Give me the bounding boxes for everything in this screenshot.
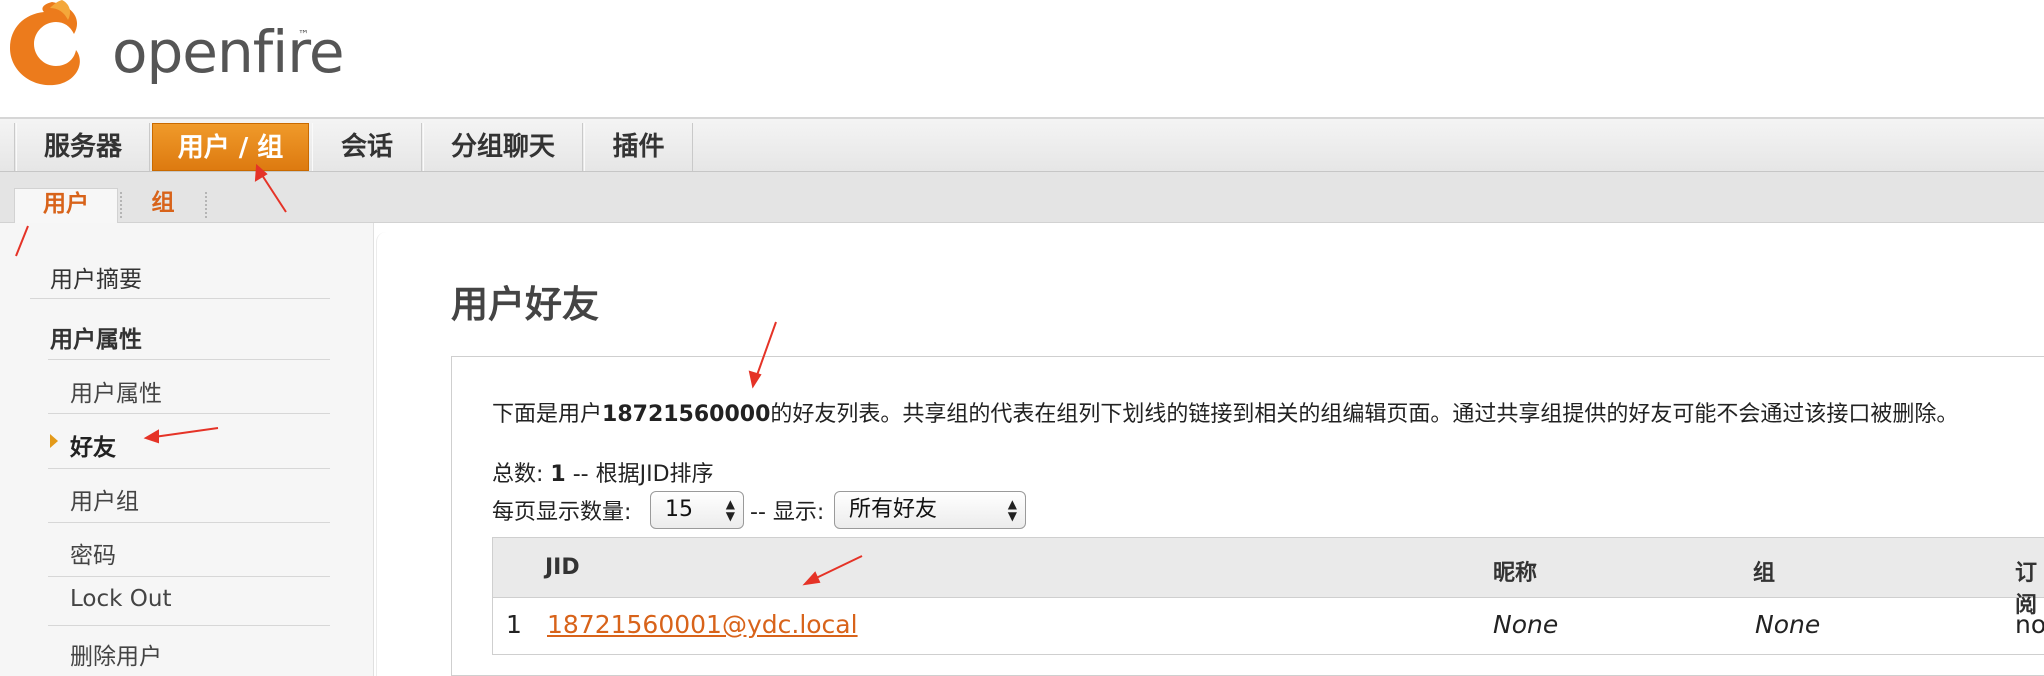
openfire-logo-icon <box>10 0 80 86</box>
tab-users-groups[interactable]: 用户 / 组 <box>152 123 309 171</box>
description-text: 下面是用户18721560000的好友列表。共享组的代表在组列下划线的链接到相关… <box>492 396 1958 428</box>
column-header-group[interactable]: 组 <box>1753 555 1775 587</box>
per-page-value: 15 <box>665 497 693 522</box>
sidebar-divider <box>48 522 330 523</box>
sidebar-divider <box>48 468 330 469</box>
sub-nav: 用户 组 <box>0 172 2044 223</box>
select-arrows-icon: ▲ ▼ <box>725 497 735 523</box>
selected-item-arrow-icon <box>50 434 58 448</box>
subscription-cell: none <box>2015 610 2044 639</box>
nav-divider <box>14 123 15 171</box>
sort-text: -- 根据JID排序 <box>572 462 714 487</box>
sidebar-item-user-groups[interactable]: 用户组 <box>70 482 139 516</box>
display-filter-select[interactable]: 所有好友 ▲ ▼ <box>834 491 1026 529</box>
sidebar-divider <box>48 413 330 414</box>
sidebar-item-user-summary[interactable]: 用户摘要 <box>50 260 142 294</box>
sidebar-divider <box>48 359 330 360</box>
description-prefix: 下面是用户 <box>492 402 603 427</box>
sidebar-item-user-properties[interactable]: 用户属性 <box>70 374 162 408</box>
table-header: JID 昵称 组 订阅 <box>493 538 2044 618</box>
jid-link[interactable]: 18721560001@ydc.local <box>547 610 858 639</box>
per-page-label: 每页显示数量: <box>492 500 632 525</box>
tab-plugins[interactable]: 插件 <box>584 123 693 171</box>
sidebar-item-lock-out[interactable]: Lock Out <box>70 586 171 612</box>
total-line: 总数: 1 -- 根据JID排序 <box>492 456 714 488</box>
total-label: 总数: <box>492 462 544 487</box>
subtab-users[interactable]: 用户 <box>14 188 118 223</box>
sidebar-item-password[interactable]: 密码 <box>70 536 116 570</box>
column-header-jid[interactable]: JID <box>545 555 580 580</box>
sidebar-divider <box>30 298 330 299</box>
tab-sessions[interactable]: 会话 <box>312 123 422 171</box>
main-nav: 服务器 用户 / 组 会话 分组聊天 插件 <box>0 117 2044 172</box>
sidebar-divider <box>48 625 330 626</box>
nickname-cell: None <box>1493 610 1559 639</box>
sidebar-item-user-properties-section[interactable]: 用户属性 <box>50 320 142 354</box>
subtab-groups[interactable]: 组 <box>130 188 196 223</box>
display-filter-value: 所有好友 <box>849 497 938 522</box>
row-index: 1 <box>506 610 522 639</box>
column-header-nickname[interactable]: 昵称 <box>1493 555 1537 587</box>
description-username: 18721560000 <box>602 402 771 427</box>
per-page-select[interactable]: 15 ▲ ▼ <box>650 491 744 529</box>
select-arrows-icon: ▲ ▼ <box>1007 497 1017 523</box>
total-value: 1 <box>550 462 566 487</box>
per-page-line: 每页显示数量: <box>492 494 631 526</box>
sidebar: 用户摘要 用户属性 用户属性 好友 用户组 密码 Lock Out 删除用户 <box>0 223 374 676</box>
subtab-divider <box>205 192 207 218</box>
display-label: -- 显示: <box>750 500 825 525</box>
group-cell: None <box>1755 610 1821 639</box>
page-title: 用户好友 <box>451 283 599 326</box>
tab-server[interactable]: 服务器 <box>16 123 150 171</box>
sidebar-item-delete-user[interactable]: 删除用户 <box>70 637 162 671</box>
roster-table: JID 昵称 组 订阅 1 18721560001@ydc.local None… <box>492 537 2044 655</box>
sidebar-divider <box>48 576 330 577</box>
subtab-divider <box>120 192 122 218</box>
trademark-symbol: ™ <box>298 28 309 41</box>
sidebar-item-roster[interactable]: 好友 <box>70 428 116 462</box>
header: openfire ™ <box>0 0 2044 117</box>
tab-group-chat[interactable]: 分组聊天 <box>423 123 583 171</box>
description-suffix: 的好友列表。共享组的代表在组列下划线的链接到相关的组编辑页面。通过共享组提供的好… <box>770 402 1959 427</box>
